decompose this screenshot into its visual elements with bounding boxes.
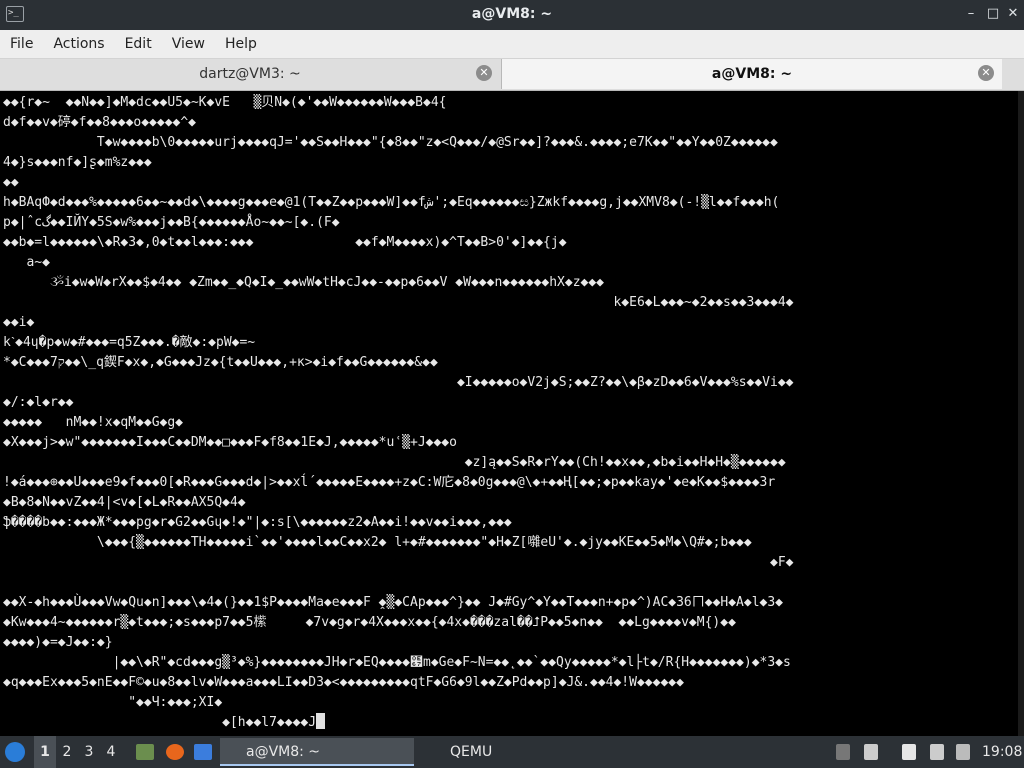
chat-icon[interactable] (956, 744, 970, 760)
close-icon[interactable]: ✕ (1004, 5, 1022, 23)
window-titlebar: >_ a@VM8: ~ – □ ✕ (0, 0, 1024, 30)
window-title: a@VM8: ~ (471, 6, 553, 22)
desktop-icon[interactable] (194, 744, 212, 760)
start-menu-icon[interactable] (5, 742, 25, 762)
volume-icon[interactable] (864, 744, 878, 760)
workspace-3[interactable]: 3 (78, 736, 100, 768)
menu-view[interactable]: View (162, 30, 215, 58)
task-terminal[interactable]: a@VM8: ~ (220, 738, 414, 766)
terminal-text: ◆◆{r◆~ ◆◆N◆◆]◆M◆dc◆◆U5◆~K◆vE ▒贝N◆(◆'◆◆W◆… (3, 95, 794, 730)
menu-actions[interactable]: Actions (43, 30, 114, 58)
file-manager-icon[interactable] (136, 744, 154, 760)
minimize-icon[interactable]: – (962, 5, 980, 23)
taskbar: 1234 a@VM8: ~ QEMU 19:08 (0, 736, 1024, 768)
tab-close-icon[interactable]: ✕ (978, 65, 994, 81)
menu-file[interactable]: File (0, 30, 43, 58)
workspace-switcher: 1234 (34, 736, 122, 768)
terminal-cursor (316, 713, 326, 729)
firefox-icon[interactable] (166, 744, 184, 760)
menu-edit[interactable]: Edit (115, 30, 162, 58)
workspace-2[interactable]: 2 (56, 736, 78, 768)
tab-dartz-vm3[interactable]: dartz@VM3: ~ ✕ (0, 59, 500, 89)
display-icon[interactable] (930, 744, 944, 760)
menu-help[interactable]: Help (215, 30, 267, 58)
terminal-scrollbar[interactable] (1018, 91, 1024, 736)
task-qemu-label: QEMU (450, 744, 493, 760)
workspace-4[interactable]: 4 (100, 736, 122, 768)
tab-label: dartz@VM3: ~ (199, 66, 301, 82)
workspace-1[interactable]: 1 (34, 736, 56, 768)
menu-bar: File Actions Edit View Help (0, 30, 1024, 59)
maximize-icon[interactable]: □ (984, 5, 1002, 23)
task-qemu[interactable]: QEMU (424, 738, 570, 766)
clock[interactable]: 19:08 (982, 736, 1022, 768)
tab-close-icon[interactable]: ✕ (476, 65, 492, 81)
terminal-output[interactable]: ◆◆{r◆~ ◆◆N◆◆]◆M◆dc◆◆U5◆~K◆vE ▒贝N◆(◆'◆◆W◆… (0, 91, 1024, 736)
task-terminal-label: a@VM8: ~ (246, 744, 321, 760)
clipboard-icon[interactable] (902, 744, 916, 760)
tab-a-vm8[interactable]: a@VM8: ~ ✕ (501, 59, 1002, 89)
tab-label: a@VM8: ~ (711, 66, 793, 82)
tab-bar: dartz@VM3: ~ ✕ a@VM8: ~ ✕ (0, 59, 1024, 91)
network-icon[interactable] (836, 744, 850, 760)
